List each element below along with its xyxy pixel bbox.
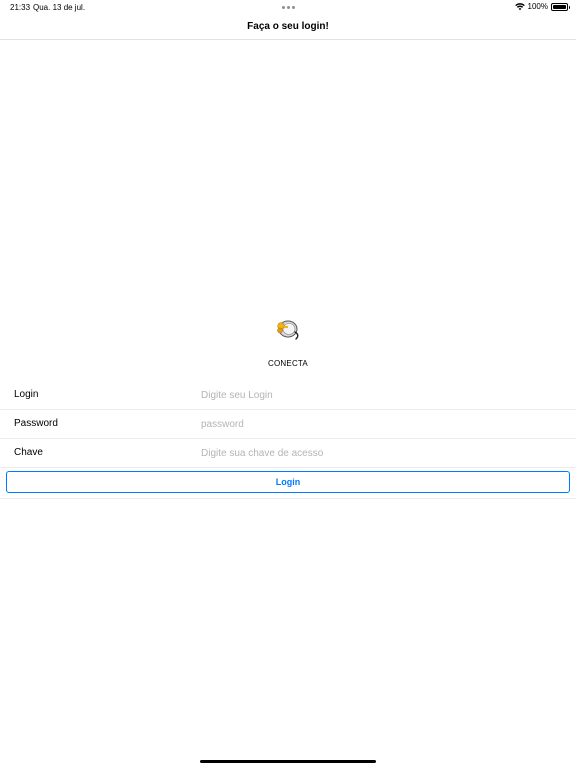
key-row: Chave: [0, 439, 576, 468]
login-button-row: Login: [0, 468, 576, 499]
key-label: Chave: [14, 447, 43, 458]
password-input[interactable]: [201, 415, 561, 433]
password-label: Password: [14, 418, 58, 429]
status-bar: 21:33 Qua. 13 de jul. 100%: [0, 0, 576, 14]
status-time: 21:33: [10, 3, 31, 12]
login-label: Login: [14, 389, 39, 400]
login-row: Login: [0, 381, 576, 410]
battery-percent: 100%: [527, 2, 548, 11]
login-button[interactable]: Login: [6, 471, 570, 493]
wifi-icon: [514, 2, 525, 10]
login-input[interactable]: [201, 386, 561, 404]
multitasking-dots-icon[interactable]: [282, 6, 295, 9]
app-name: CONECTA: [268, 359, 308, 368]
key-input[interactable]: [201, 444, 561, 462]
password-row: Password: [0, 410, 576, 439]
navigation-bar: Faça o seu login!: [0, 14, 576, 40]
status-right: 100%: [514, 2, 570, 11]
conecta-logo-icon: [277, 320, 299, 340]
battery-icon: [551, 2, 570, 11]
status-date: Qua. 13 de jul.: [33, 3, 86, 12]
login-form: Login Password Chave Login: [0, 381, 576, 499]
page-title: Faça o seu login!: [247, 21, 329, 32]
home-indicator[interactable]: [200, 760, 376, 763]
